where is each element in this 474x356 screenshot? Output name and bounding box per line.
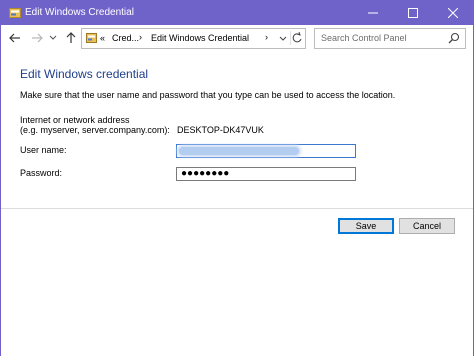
forward-button[interactable] [30, 30, 44, 46]
breadcrumb-credential-manager[interactable]: Cred... [112, 33, 139, 44]
recent-locations-button[interactable] [49, 30, 57, 46]
breadcrumb-separator[interactable]: › [139, 32, 142, 43]
forward-arrow-icon [32, 33, 43, 43]
window-title: Edit Windows Credential [25, 7, 134, 18]
navigation-bar: « Cred... › Edit Windows Credential › Se… [1, 25, 473, 51]
cancel-button[interactable]: Cancel [399, 218, 455, 234]
button-footer: Save Cancel [1, 208, 473, 356]
breadcrumb-overflow[interactable]: « [100, 33, 105, 44]
search-placeholder: Search Control Panel [321, 33, 407, 43]
title-bar[interactable]: Edit Windows Credential [1, 1, 473, 25]
close-icon [448, 8, 458, 18]
credential-manager-icon [9, 7, 21, 18]
username-field[interactable] [176, 144, 356, 158]
minimize-button[interactable] [353, 1, 393, 25]
up-button[interactable] [64, 30, 78, 46]
password-label: Password: [20, 168, 63, 178]
password-field[interactable]: ●●●●●●●● [176, 167, 356, 181]
maximize-icon [408, 8, 418, 18]
back-arrow-icon [9, 33, 20, 43]
control-panel-icon [86, 33, 97, 43]
page-title: Edit Windows credential [20, 67, 149, 81]
save-button[interactable]: Save [338, 218, 394, 234]
breadcrumb-separator[interactable]: › [265, 32, 268, 43]
address-dropdown-button[interactable] [278, 31, 288, 45]
back-button[interactable] [8, 30, 22, 46]
password-mask: ●●●●●●●● [181, 168, 230, 179]
refresh-icon [292, 31, 302, 43]
address-bar[interactable]: « Cred... › Edit Windows Credential › [81, 28, 306, 49]
chevron-down-icon [279, 36, 287, 41]
chevron-down-icon [49, 35, 57, 40]
instruction-text: Make sure that the user name and passwor… [20, 90, 396, 100]
network-address-example-label: (e.g. myserver, server.company.com): [20, 125, 170, 135]
search-input[interactable]: Search Control Panel [314, 28, 466, 49]
close-button[interactable] [433, 1, 473, 25]
search-icon[interactable] [448, 32, 460, 44]
up-arrow-icon [66, 32, 76, 43]
username-redacted [179, 147, 299, 155]
refresh-button[interactable] [290, 31, 303, 45]
edit-credential-window: Edit Windows Credential « Cred... › Edit… [0, 0, 474, 356]
minimize-icon [368, 12, 378, 14]
maximize-button[interactable] [393, 1, 433, 25]
breadcrumb-edit-windows-credential[interactable]: Edit Windows Credential [151, 33, 249, 44]
network-address-value: DESKTOP-DK47VUK [177, 125, 264, 135]
username-label: User name: [20, 145, 67, 155]
